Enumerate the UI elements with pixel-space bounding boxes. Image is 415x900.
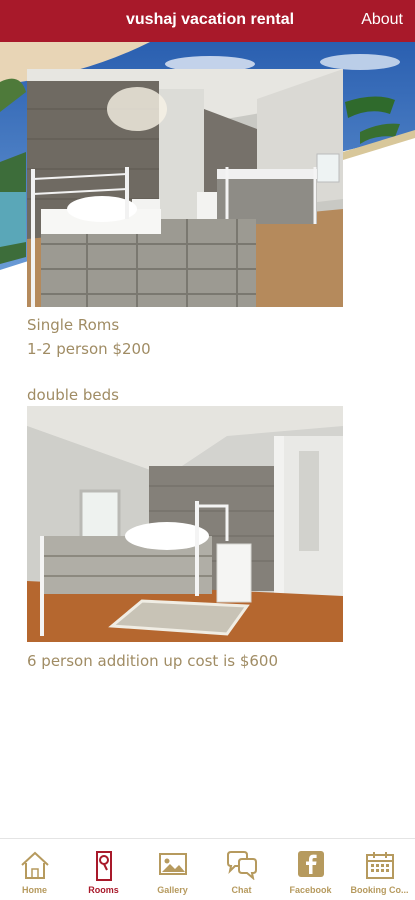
double-room-photo[interactable] [27, 406, 343, 642]
app-title: vushaj vacation rental [126, 11, 295, 28]
nav-item-chat[interactable]: Chat [207, 839, 276, 900]
home-icon [20, 851, 49, 879]
nav-label-chat: Chat [231, 885, 252, 895]
room-title: double beds [27, 386, 119, 404]
nav-label-home: Home [21, 885, 47, 895]
calendar-icon [365, 852, 394, 879]
nav-label-booking: Booking Co... [350, 885, 409, 895]
app-header: vushaj vacation rental About [0, 0, 415, 42]
nav-item-gallery[interactable]: Gallery [138, 839, 207, 900]
chat-icon [226, 851, 257, 880]
facebook-icon [297, 851, 324, 877]
room-price: 1-2 person $200 [27, 340, 151, 358]
single-room-photo[interactable] [27, 69, 343, 307]
nav-item-home[interactable]: Home [0, 839, 69, 900]
gallery-icon [158, 853, 187, 875]
nav-item-facebook[interactable]: Facebook [276, 839, 345, 900]
nav-label-facebook: Facebook [289, 885, 332, 895]
room-title: Single Roms [27, 316, 120, 334]
bottom-navigation: Home Rooms Gallery Chat Facebook Booking… [0, 838, 415, 900]
about-link[interactable]: About [361, 11, 403, 29]
nav-item-booking[interactable]: Booking Co... [345, 839, 414, 900]
nav-item-rooms[interactable]: Rooms [69, 839, 138, 900]
nav-label-gallery: Gallery [157, 885, 188, 895]
nav-label-rooms: Rooms [88, 885, 119, 895]
door-hanger-icon [95, 851, 112, 881]
room-price: 6 person addition up cost is $600 [27, 652, 279, 670]
